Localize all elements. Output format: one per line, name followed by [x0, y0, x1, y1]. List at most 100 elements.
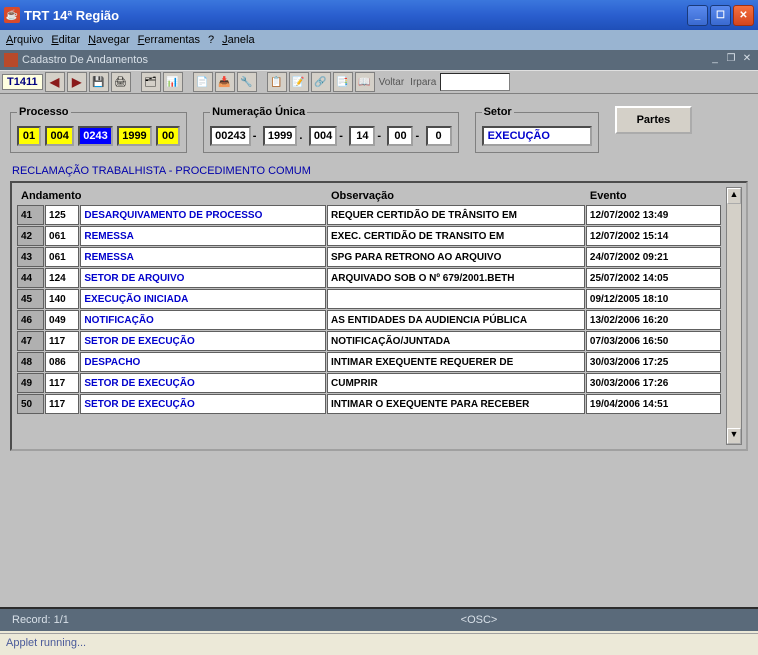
row-code[interactable]: 124	[45, 268, 79, 288]
tool-button-1[interactable]: 🗂	[141, 72, 161, 92]
table-row[interactable]: 42061REMESSAEXEC. CERTIDÃO DE TRANSITO E…	[17, 226, 721, 246]
row-obs[interactable]: REQUER CERTIDÃO DE TRÂNSITO EM	[327, 205, 585, 225]
row-obs[interactable]: EXEC. CERTIDÃO DE TRANSITO EM	[327, 226, 585, 246]
row-obs[interactable]	[327, 289, 585, 309]
processo-part-3[interactable]: 1999	[117, 126, 151, 146]
row-desc[interactable]: REMESSA	[80, 226, 326, 246]
numeracao-part-4[interactable]: 00	[387, 126, 413, 146]
minimize-button[interactable]: _	[687, 5, 708, 26]
row-event[interactable]: 12/07/2002 15:14	[586, 226, 721, 246]
row-code[interactable]: 049	[45, 310, 79, 330]
processo-part-2[interactable]: 0243	[78, 126, 112, 146]
form-tab-label[interactable]: T1411	[2, 74, 43, 90]
row-event[interactable]: 30/03/2006 17:25	[586, 352, 721, 372]
row-obs[interactable]: CUMPRIR	[327, 373, 585, 393]
table-row[interactable]: 46049NOTIFICAÇÃOAS ENTIDADES DA AUDIENCI…	[17, 310, 721, 330]
row-code[interactable]: 117	[45, 394, 79, 414]
row-desc[interactable]: EXECUÇÃO INICIADA	[80, 289, 326, 309]
row-event[interactable]: 25/07/2002 14:05	[586, 268, 721, 288]
table-row[interactable]: 50117SETOR DE EXECUÇÃOINTIMAR O EXEQUENT…	[17, 394, 721, 414]
row-desc[interactable]: DESARQUIVAMENTO DE PROCESSO	[80, 205, 326, 225]
row-event[interactable]: 09/12/2005 18:10	[586, 289, 721, 309]
grid-header-observacao[interactable]: Observação	[327, 188, 585, 204]
setor-field[interactable]: EXECUÇÃO	[482, 126, 592, 146]
menu-editar[interactable]: Editar	[51, 34, 80, 46]
row-code[interactable]: 061	[45, 226, 79, 246]
row-event[interactable]: 12/07/2002 13:49	[586, 205, 721, 225]
menu-ajuda[interactable]: ?	[208, 34, 214, 46]
processo-part-0[interactable]: 01	[17, 126, 41, 146]
row-obs[interactable]: NOTIFICAÇÃO/JUNTADA	[327, 331, 585, 351]
mdi-close-button[interactable]: ✕	[740, 53, 754, 67]
mdi-minimize-button[interactable]: _	[708, 53, 722, 67]
row-desc[interactable]: SETOR DE EXECUÇÃO	[80, 394, 326, 414]
menu-ferramentas[interactable]: Ferramentas	[138, 34, 200, 46]
row-code[interactable]: 117	[45, 373, 79, 393]
scroll-up-button[interactable]: ▲	[727, 188, 741, 204]
close-button[interactable]: ✕	[733, 5, 754, 26]
numeracao-part-0[interactable]: 00243	[210, 126, 251, 146]
row-code[interactable]: 117	[45, 331, 79, 351]
applet-status: Applet running...	[0, 633, 758, 655]
row-obs[interactable]: INTIMAR O EXEQUENTE PARA RECEBER	[327, 394, 585, 414]
print-button[interactable]: 🖨	[111, 72, 131, 92]
menu-arquivo[interactable]: Arquivo	[6, 34, 43, 46]
menu-navegar[interactable]: Navegar	[88, 34, 130, 46]
save-button[interactable]: 💾	[89, 72, 109, 92]
row-obs[interactable]: SPG PARA RETRONO AO ARQUIVO	[327, 247, 585, 267]
row-obs[interactable]: INTIMAR EXEQUENTE REQUERER DE	[327, 352, 585, 372]
table-row[interactable]: 43061REMESSASPG PARA RETRONO AO ARQUIVO2…	[17, 247, 721, 267]
table-row[interactable]: 47117SETOR DE EXECUÇÃONOTIFICAÇÃO/JUNTAD…	[17, 331, 721, 351]
row-code[interactable]: 086	[45, 352, 79, 372]
row-desc[interactable]: REMESSA	[80, 247, 326, 267]
prev-record-button[interactable]: ◀	[45, 72, 65, 92]
grid-scrollbar[interactable]: ▲ ▼	[726, 187, 742, 445]
table-row[interactable]: 45140EXECUÇÃO INICIADA09/12/2005 18:10	[17, 289, 721, 309]
numeracao-part-1[interactable]: 1999	[263, 126, 297, 146]
row-event[interactable]: 07/03/2006 16:50	[586, 331, 721, 351]
voltar-label[interactable]: Voltar	[377, 77, 407, 88]
tool-button-6[interactable]: 📋	[267, 72, 287, 92]
menu-janela[interactable]: Janela	[222, 34, 254, 46]
row-desc[interactable]: SETOR DE EXECUÇÃO	[80, 331, 326, 351]
row-code[interactable]: 061	[45, 247, 79, 267]
processo-part-4[interactable]: 00	[156, 126, 180, 146]
row-event[interactable]: 13/02/2006 16:20	[586, 310, 721, 330]
mdi-restore-button[interactable]: ❐	[724, 53, 738, 67]
row-event[interactable]: 30/03/2006 17:26	[586, 373, 721, 393]
row-code[interactable]: 125	[45, 205, 79, 225]
scroll-down-button[interactable]: ▼	[727, 428, 741, 444]
tool-button-3[interactable]: 📄	[193, 72, 213, 92]
row-event[interactable]: 19/04/2006 14:51	[586, 394, 721, 414]
row-obs[interactable]: ARQUIVADO SOB O Nº 679/2001.BETH	[327, 268, 585, 288]
grid-header-andamento[interactable]: Andamento	[17, 188, 326, 204]
table-row[interactable]: 44124SETOR DE ARQUIVOARQUIVADO SOB O Nº …	[17, 268, 721, 288]
tool-button-5[interactable]: 🔧	[237, 72, 257, 92]
grid-header-evento[interactable]: Evento	[586, 188, 721, 204]
tool-button-2[interactable]: 📊	[163, 72, 183, 92]
row-desc[interactable]: SETOR DE ARQUIVO	[80, 268, 326, 288]
tool-button-7[interactable]: 📝	[289, 72, 309, 92]
irpara-input[interactable]	[440, 73, 510, 91]
table-row[interactable]: 48086DESPACHOINTIMAR EXEQUENTE REQUERER …	[17, 352, 721, 372]
irpara-label[interactable]: Irpara	[408, 77, 438, 88]
tool-button-4[interactable]: 📥	[215, 72, 235, 92]
numeracao-part-3[interactable]: 14	[349, 126, 375, 146]
row-obs[interactable]: AS ENTIDADES DA AUDIENCIA PÚBLICA	[327, 310, 585, 330]
row-event[interactable]: 24/07/2002 09:21	[586, 247, 721, 267]
numeracao-part-2[interactable]: 004	[309, 126, 337, 146]
partes-button[interactable]: Partes	[615, 106, 693, 134]
row-desc[interactable]: SETOR DE EXECUÇÃO	[80, 373, 326, 393]
tool-button-8[interactable]: 🔗	[311, 72, 331, 92]
row-desc[interactable]: NOTIFICAÇÃO	[80, 310, 326, 330]
maximize-button[interactable]: ☐	[710, 5, 731, 26]
table-row[interactable]: 41125DESARQUIVAMENTO DE PROCESSOREQUER C…	[17, 205, 721, 225]
tool-button-9[interactable]: 📑	[333, 72, 353, 92]
numeracao-part-5[interactable]: 0	[426, 126, 452, 146]
processo-part-1[interactable]: 004	[45, 126, 73, 146]
next-record-button[interactable]: ▶	[67, 72, 87, 92]
table-row[interactable]: 49117SETOR DE EXECUÇÃOCUMPRIR30/03/2006 …	[17, 373, 721, 393]
tool-button-10[interactable]: 📖	[355, 72, 375, 92]
row-desc[interactable]: DESPACHO	[80, 352, 326, 372]
row-code[interactable]: 140	[45, 289, 79, 309]
